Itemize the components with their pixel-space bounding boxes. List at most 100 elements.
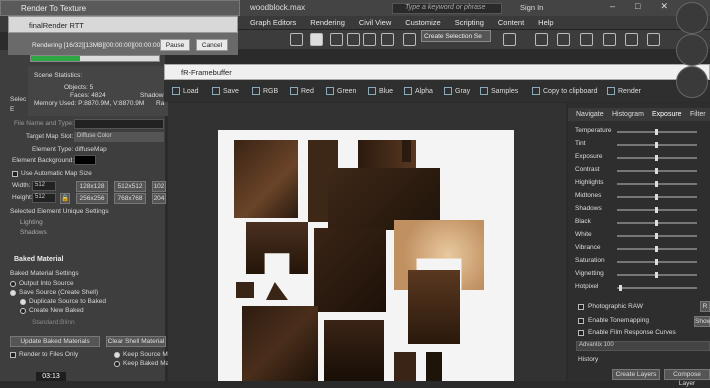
tab-navigate[interactable]: Navigate <box>576 111 604 118</box>
slider-handle[interactable] <box>654 272 658 278</box>
move-icon[interactable] <box>290 33 303 46</box>
menu-graph-editors[interactable]: Graph Editors <box>250 18 296 27</box>
reset-button[interactable]: R <box>700 301 710 312</box>
auto-map-size-checkbox[interactable] <box>12 171 18 177</box>
menu-scripting[interactable]: Scripting <box>455 18 484 27</box>
percent-snap-icon[interactable] <box>381 33 394 46</box>
film-dropdown[interactable]: Advantix 100 <box>576 341 710 351</box>
size-256-button[interactable]: 256x256 <box>76 193 108 204</box>
render-to-files-label: Render to Files Only <box>19 351 79 358</box>
uv-shell <box>394 352 416 381</box>
stats-title: Scene Statistics: <box>34 72 83 79</box>
enable-tonemapping-checkbox[interactable] <box>578 318 584 324</box>
samples-button[interactable]: Samples <box>480 87 518 95</box>
cancel-button[interactable]: Cancel <box>196 39 228 51</box>
element-bg-swatch[interactable] <box>74 155 96 165</box>
angle-snap-icon[interactable] <box>363 33 376 46</box>
compose-layers-button[interactable]: Compose Layer <box>664 369 710 387</box>
save-source-radio[interactable] <box>10 290 16 296</box>
clock-icon[interactable] <box>676 2 708 34</box>
render-setup-icon[interactable] <box>625 33 638 46</box>
duplicate-source-radio[interactable] <box>20 299 26 305</box>
create-new-baked-radio[interactable] <box>20 308 26 314</box>
render-to-files-checkbox[interactable] <box>10 352 16 358</box>
slider-handle[interactable] <box>654 233 658 239</box>
rotate-icon[interactable] <box>310 33 323 46</box>
size-768-button[interactable]: 768x768 <box>114 193 146 204</box>
curve-editor-icon[interactable] <box>580 33 593 46</box>
size-512-button[interactable]: 512x512 <box>114 181 146 192</box>
edit-named-selection-icon[interactable] <box>403 33 416 46</box>
menu-customize[interactable]: Customize <box>405 18 440 27</box>
blue-button[interactable]: Blue <box>368 87 393 95</box>
create-layers-button[interactable]: Create Layers <box>612 369 660 380</box>
selection-set-dropdown[interactable]: Create Selection Se <box>421 30 491 42</box>
snap-icon[interactable] <box>347 33 360 46</box>
lock-icon[interactable]: 🔒 <box>60 193 70 204</box>
slider-handle[interactable] <box>654 194 658 200</box>
tab-exposure[interactable]: Exposure <box>652 111 682 118</box>
gray-button[interactable]: Gray <box>444 87 470 95</box>
target-map-dropdown[interactable]: Diffuse Color <box>74 132 164 142</box>
slider-handle[interactable] <box>654 246 658 252</box>
close-icon[interactable]: ✕ <box>660 1 668 12</box>
photographic-raw-checkbox[interactable] <box>578 304 584 310</box>
scene-explorer-icon[interactable] <box>557 33 570 46</box>
width-field[interactable]: 512 <box>32 181 56 191</box>
menu-civil-view[interactable]: Civil View <box>359 18 391 27</box>
minimize-icon[interactable]: – <box>610 1 615 12</box>
render-frame-icon[interactable] <box>647 33 660 46</box>
load-button[interactable]: Load <box>172 87 199 95</box>
search-input[interactable]: Type a keyword or phrase <box>392 3 502 14</box>
film-response-checkbox[interactable] <box>578 330 584 336</box>
copy-clipboard-button[interactable]: Copy to clipboard <box>532 87 597 95</box>
clear-shell-button[interactable]: Clear Shell Material <box>106 336 166 347</box>
send-icon[interactable] <box>676 66 708 98</box>
slider-handle[interactable] <box>654 129 658 135</box>
layers-icon[interactable] <box>676 34 708 66</box>
size-2048-button[interactable]: 204 <box>152 193 166 204</box>
red-button[interactable]: Red <box>290 87 314 95</box>
save-button[interactable]: Save <box>212 87 239 95</box>
mirror-icon[interactable] <box>503 33 516 46</box>
slider-track[interactable] <box>617 287 697 289</box>
alpha-button[interactable]: Alpha <box>404 87 433 95</box>
size-128-button[interactable]: 128x128 <box>76 181 108 192</box>
size-1024-button[interactable]: 102 <box>152 181 166 192</box>
slider-handle[interactable] <box>654 181 658 187</box>
menu-help[interactable]: Help <box>538 18 553 27</box>
menu-rendering[interactable]: Rendering <box>310 18 345 27</box>
layer-explorer-icon[interactable] <box>535 33 548 46</box>
slider-handle[interactable] <box>654 142 658 148</box>
baked-material-header[interactable]: Baked Material <box>14 256 63 263</box>
keep-source-label: Keep Source M <box>123 351 168 358</box>
standard-blinn-label: Standard:Blinn <box>32 319 75 326</box>
slider-handle[interactable] <box>654 259 658 265</box>
menu-content[interactable]: Content <box>498 18 524 27</box>
file-name-field[interactable] <box>74 119 164 129</box>
blue-channel-icon <box>368 87 376 95</box>
keep-source-radio[interactable] <box>114 352 120 358</box>
height-field[interactable]: 512 <box>32 193 56 203</box>
tab-histogram[interactable]: Histogram <box>612 111 644 118</box>
element-type-label: Element Type: <box>32 146 74 153</box>
keep-baked-radio[interactable] <box>114 361 120 367</box>
slider-handle[interactable] <box>654 168 658 174</box>
rgb-button[interactable]: RGB <box>252 87 278 95</box>
green-button[interactable]: Green <box>326 87 356 95</box>
sign-in-link[interactable]: Sign In <box>520 3 543 12</box>
show-button[interactable]: Show <box>694 316 710 327</box>
maximize-icon[interactable]: □ <box>635 1 640 12</box>
material-editor-icon[interactable] <box>603 33 616 46</box>
pause-button[interactable]: Pause <box>160 39 190 51</box>
tab-filter[interactable]: Filter <box>690 111 706 118</box>
slider-handle[interactable] <box>618 285 622 291</box>
slider-handle[interactable] <box>654 155 658 161</box>
slider-handle[interactable] <box>654 220 658 226</box>
update-baked-button[interactable]: Update Baked Materials <box>10 336 100 347</box>
output-into-source-radio[interactable] <box>10 281 16 287</box>
render-button[interactable]: Render <box>607 87 641 95</box>
uv-shell <box>266 282 288 300</box>
slider-handle[interactable] <box>654 207 658 213</box>
scale-icon[interactable] <box>330 33 343 46</box>
